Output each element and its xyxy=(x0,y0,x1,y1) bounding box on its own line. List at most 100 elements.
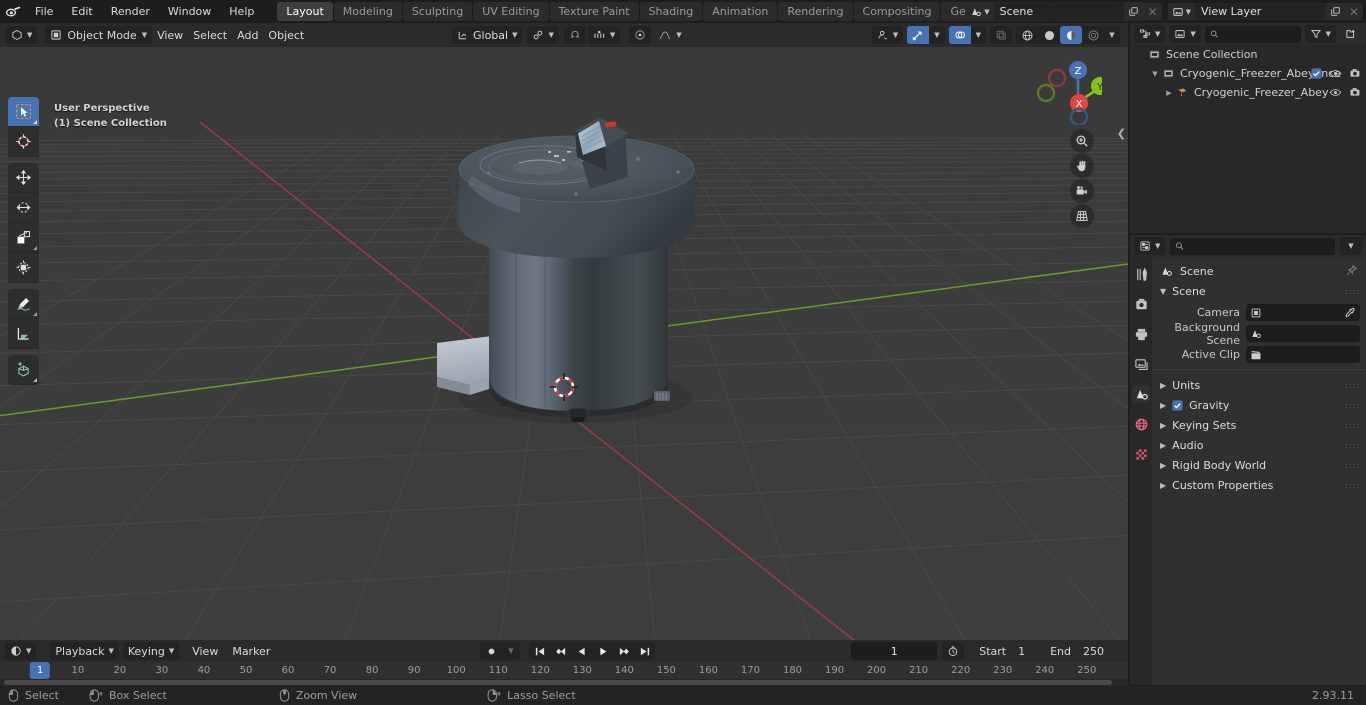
play-reverse-icon[interactable] xyxy=(571,642,592,660)
3d-viewport-canvas[interactable]: User Perspective (1) Scene Collection Z … xyxy=(0,47,1128,640)
tool-tab[interactable] xyxy=(1132,265,1150,283)
filter-funnel-icon[interactable]: ▼ xyxy=(1304,25,1336,43)
panel-drag-grip[interactable]: :::: xyxy=(1345,441,1360,450)
zoom-icon[interactable] xyxy=(1070,129,1094,153)
timeline-scrubber[interactable]: 10 20 30 40 50 60 70 80 90 100 110 120 130 140 150 160 1… xyxy=(0,662,1128,679)
panel-expander-open-icon[interactable]: ▼ xyxy=(1160,287,1166,296)
timeline-playhead[interactable]: 1 xyxy=(29,662,51,679)
collection-checkbox[interactable] xyxy=(1311,68,1322,79)
viewport-menu-select[interactable]: Select xyxy=(188,26,233,44)
outliner-display-icon[interactable]: ▼ xyxy=(1134,25,1166,43)
overlays-icon[interactable] xyxy=(948,26,971,44)
panel-expander-closed-icon[interactable]: ▶ xyxy=(1160,461,1166,470)
move-tool[interactable] xyxy=(8,163,39,193)
end-frame-field[interactable]: End 250 xyxy=(1040,642,1114,660)
proportional-editing-icon[interactable] xyxy=(629,26,652,44)
outliner-search-input[interactable] xyxy=(1204,25,1301,43)
camera-view-icon[interactable] xyxy=(1070,179,1094,203)
visibility-eye-icon[interactable] xyxy=(1329,67,1342,80)
duplicate-icon[interactable] xyxy=(1325,3,1345,20)
outliner-search-field[interactable] xyxy=(1222,27,1296,41)
property-field-camera[interactable] xyxy=(1246,304,1360,321)
panel-drag-grip[interactable]: :::: xyxy=(1345,287,1360,296)
sidebar-expand-arrow[interactable]: ❮ xyxy=(1117,127,1126,140)
annotate-tool[interactable] xyxy=(8,289,39,319)
tweak-select-tool[interactable] xyxy=(8,97,39,127)
scale-tool[interactable] xyxy=(8,223,39,253)
eyedropper-icon[interactable] xyxy=(1344,307,1356,319)
overlay-options-chevron[interactable]: ▼ xyxy=(970,26,986,44)
navigation-gizmo[interactable]: Z Y X xyxy=(1032,55,1109,127)
property-field-background-scene[interactable] xyxy=(1246,325,1360,342)
view-layer-selector[interactable]: ▼ View Layer ✕ xyxy=(1167,3,1363,20)
workspace-tab-layout[interactable]: Layout xyxy=(277,2,333,21)
output-tab[interactable] xyxy=(1132,325,1150,343)
view-layer-tab[interactable] xyxy=(1132,355,1150,373)
outliner-row[interactable]: Scene Collection xyxy=(1130,45,1366,64)
viewport-menu-object[interactable]: Object xyxy=(263,26,310,44)
measure-tool[interactable] xyxy=(8,319,39,349)
viewport-menu-view[interactable]: View xyxy=(152,26,189,44)
properties-editor-icon[interactable]: ▼ xyxy=(1134,237,1166,255)
pin-icon[interactable] xyxy=(1346,264,1358,279)
properties-panel-units[interactable]: ▶ Units:::: xyxy=(1152,375,1366,395)
view-layer-name-field[interactable]: View Layer xyxy=(1195,3,1325,20)
render-tab[interactable] xyxy=(1132,295,1150,313)
world-tab[interactable] xyxy=(1132,415,1150,433)
smooth-falloff-icon[interactable]: ▼ xyxy=(653,26,687,44)
keying-menu[interactable]: Keying ▼ xyxy=(122,642,180,660)
play-icon[interactable] xyxy=(592,642,613,660)
texture-tab[interactable] xyxy=(1132,445,1150,463)
timeline-marker-menu[interactable]: Marker xyxy=(227,642,276,660)
workspace-tab-shading[interactable]: Shading xyxy=(639,2,703,21)
render-camera-icon[interactable] xyxy=(1349,67,1362,80)
gizmo-icon[interactable] xyxy=(907,26,930,44)
property-field-active-clip[interactable] xyxy=(1246,346,1360,363)
blender-logo-icon[interactable] xyxy=(0,0,26,23)
view-layer-icon[interactable]: ▼ xyxy=(1167,3,1195,20)
properties-panel-keying-sets[interactable]: ▶ Keying Sets:::: xyxy=(1152,415,1366,435)
timeline-view-menu[interactable]: View xyxy=(187,642,224,660)
snap-pivot-icon[interactable]: ▼ xyxy=(527,26,559,44)
filter-id-icon[interactable]: ▼ xyxy=(1169,25,1201,43)
jump-next-keyframe-icon[interactable] xyxy=(613,642,634,660)
auto-key-icon[interactable] xyxy=(942,642,965,660)
outliner-row[interactable]: ▼ Cryogenic_Freezer_Abeyance xyxy=(1130,64,1366,83)
scene-name-field[interactable]: Scene xyxy=(993,3,1124,20)
scene-icon[interactable]: ▼ xyxy=(966,3,994,20)
render-camera-icon[interactable] xyxy=(1349,86,1362,99)
scene-selector[interactable]: ▼ Scene ✕ xyxy=(966,3,1162,20)
properties-options-chevron[interactable]: ▼ xyxy=(1340,237,1362,255)
transform-tool[interactable] xyxy=(8,253,39,283)
panel-expander-closed-icon[interactable]: ▶ xyxy=(1160,401,1166,410)
visibility-eye-icon[interactable] xyxy=(1329,86,1342,99)
timeline-hscrollbar[interactable] xyxy=(4,680,1112,685)
panel-drag-grip[interactable]: :::: xyxy=(1345,401,1360,410)
menu-help[interactable]: Help xyxy=(220,3,263,21)
start-frame-field[interactable]: Start 1 xyxy=(969,642,1036,660)
add-cube-tool[interactable] xyxy=(8,355,39,385)
menu-window[interactable]: Window xyxy=(159,3,220,21)
expander-closed-icon[interactable]: ▶ xyxy=(1164,89,1174,97)
panel-drag-grip[interactable]: :::: xyxy=(1345,461,1360,470)
workspace-tab-modeling[interactable]: Modeling xyxy=(333,2,402,21)
xray-icon[interactable] xyxy=(990,26,1012,44)
properties-panel-gravity[interactable]: ▶ Gravity:::: xyxy=(1152,395,1366,415)
workspace-tab-texture-paint[interactable]: Texture Paint xyxy=(549,2,639,21)
panel-expander-closed-icon[interactable]: ▶ xyxy=(1160,481,1166,490)
pan-hand-icon[interactable] xyxy=(1070,154,1094,178)
timeline-editor-icon[interactable]: ▼ xyxy=(5,642,37,660)
keying-set-chevron[interactable]: ▼ xyxy=(502,642,520,660)
snap-increment-icon[interactable]: ▼ xyxy=(587,26,621,44)
scene-tab[interactable] xyxy=(1132,385,1150,403)
rotate-tool[interactable] xyxy=(8,193,39,223)
jump-to-start-icon[interactable] xyxy=(529,642,550,660)
shading-wireframe-icon[interactable] xyxy=(1016,26,1038,44)
properties-panel-audio[interactable]: ▶ Audio:::: xyxy=(1152,435,1366,455)
magnet-icon[interactable] xyxy=(563,26,586,44)
scene-close-icon[interactable]: ✕ xyxy=(1143,3,1162,20)
duplicate-icon[interactable] xyxy=(1123,3,1144,20)
shading-material-preview-icon[interactable] xyxy=(1060,26,1082,44)
panel-expander-closed-icon[interactable]: ▶ xyxy=(1160,441,1166,450)
jump-prev-keyframe-icon[interactable] xyxy=(550,642,571,660)
